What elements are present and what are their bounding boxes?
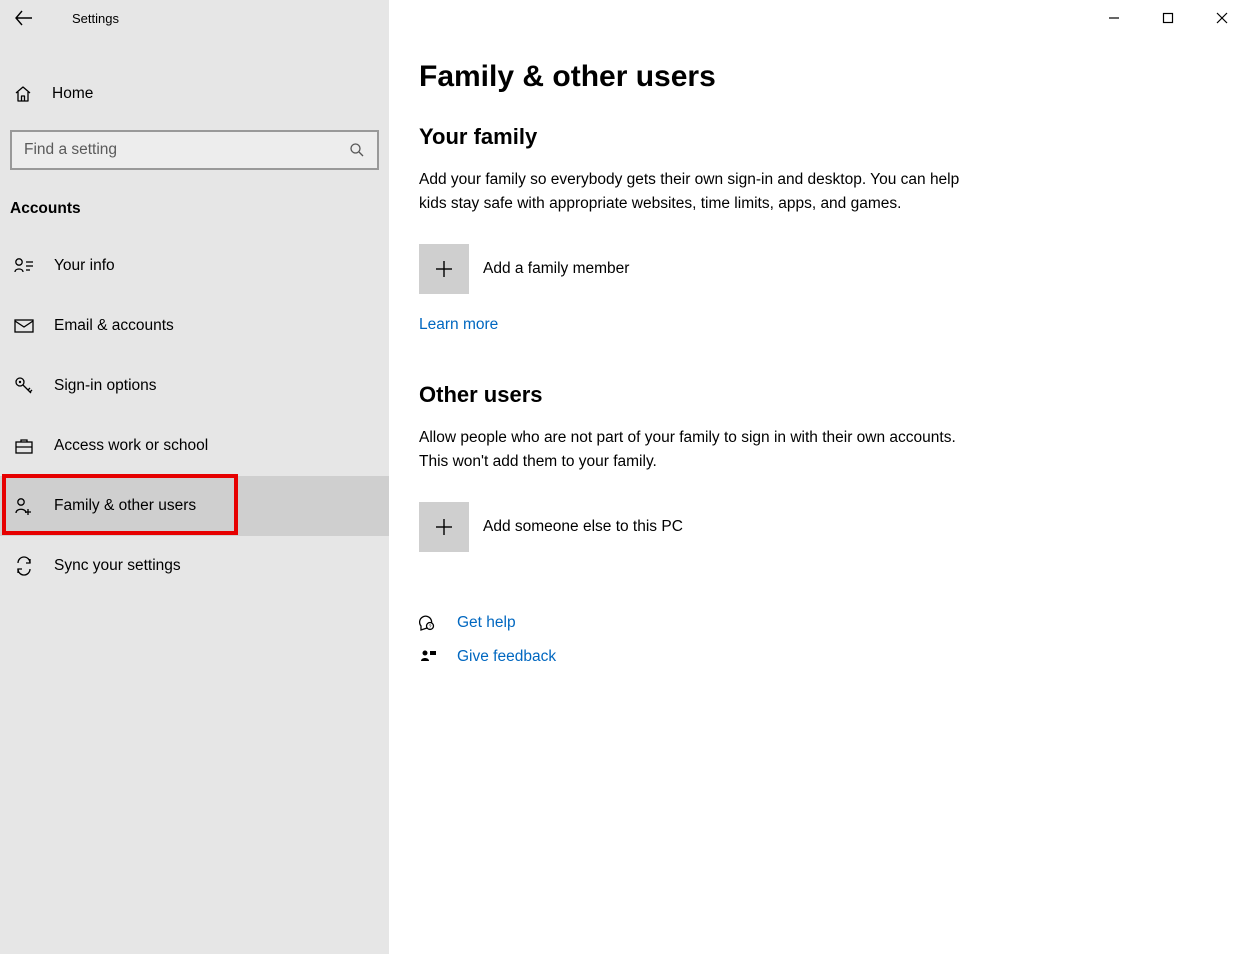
home-nav[interactable]: Home xyxy=(0,70,389,118)
home-label: Home xyxy=(52,85,93,103)
search-input[interactable] xyxy=(22,140,367,160)
arrow-left-icon xyxy=(15,9,33,27)
page-title: Family & other users xyxy=(419,60,1249,94)
plus-icon xyxy=(433,258,455,280)
sidebar-item-family[interactable]: Family & other users xyxy=(0,476,389,536)
sidebar: Settings Home Accounts Your info xyxy=(0,0,389,954)
window-controls xyxy=(1087,0,1249,36)
give-feedback-link[interactable]: Give feedback xyxy=(457,648,556,666)
feedback-icon xyxy=(419,648,437,666)
close-button[interactable] xyxy=(1195,0,1249,36)
sidebar-item-label: Family & other users xyxy=(54,497,196,515)
sidebar-item-sync[interactable]: Sync your settings xyxy=(0,536,389,596)
plus-tile xyxy=(419,502,469,552)
sync-icon xyxy=(14,556,34,576)
sidebar-item-email[interactable]: Email & accounts xyxy=(0,296,389,356)
minimize-button[interactable] xyxy=(1087,0,1141,36)
main-content: Family & other users Your family Add you… xyxy=(389,0,1249,954)
mail-icon xyxy=(14,318,34,334)
sidebar-item-label: Email & accounts xyxy=(54,317,174,335)
minimize-icon xyxy=(1108,12,1120,24)
sidebar-item-your-info[interactable]: Your info xyxy=(0,236,389,296)
sidebar-item-label: Sync your settings xyxy=(54,557,181,575)
sidebar-item-label: Your info xyxy=(54,257,115,275)
add-other-label: Add someone else to this PC xyxy=(483,518,683,536)
other-description: Allow people who are not part of your fa… xyxy=(419,426,979,474)
sidebar-item-signin[interactable]: Sign-in options xyxy=(0,356,389,416)
svg-text:?: ? xyxy=(429,625,432,631)
get-help-link[interactable]: Get help xyxy=(457,614,516,632)
maximize-icon xyxy=(1162,12,1174,24)
home-icon xyxy=(14,85,32,103)
sidebar-category: Accounts xyxy=(10,200,389,218)
key-icon xyxy=(14,376,34,396)
maximize-button[interactable] xyxy=(1141,0,1195,36)
other-heading: Other users xyxy=(419,382,1249,408)
back-button[interactable] xyxy=(6,0,42,36)
learn-more-link[interactable]: Learn more xyxy=(419,316,498,333)
help-icon: ? xyxy=(419,614,437,632)
search-box[interactable] xyxy=(10,130,379,170)
add-family-member-button[interactable]: Add a family member xyxy=(419,244,1249,294)
close-icon xyxy=(1216,12,1228,24)
people-plus-icon xyxy=(14,496,34,516)
family-heading: Your family xyxy=(419,124,1249,150)
person-card-icon xyxy=(14,257,34,275)
titlebar: Settings xyxy=(0,0,389,36)
sidebar-item-label: Sign-in options xyxy=(54,377,157,395)
plus-tile xyxy=(419,244,469,294)
window-title: Settings xyxy=(72,11,119,26)
search-icon xyxy=(349,142,365,158)
sidebar-item-work[interactable]: Access work or school xyxy=(0,416,389,476)
plus-icon xyxy=(433,516,455,538)
add-other-user-button[interactable]: Add someone else to this PC xyxy=(419,502,1249,552)
family-description: Add your family so everybody gets their … xyxy=(419,168,979,216)
add-family-label: Add a family member xyxy=(483,260,629,278)
sidebar-item-label: Access work or school xyxy=(54,437,208,455)
briefcase-icon xyxy=(14,437,34,455)
